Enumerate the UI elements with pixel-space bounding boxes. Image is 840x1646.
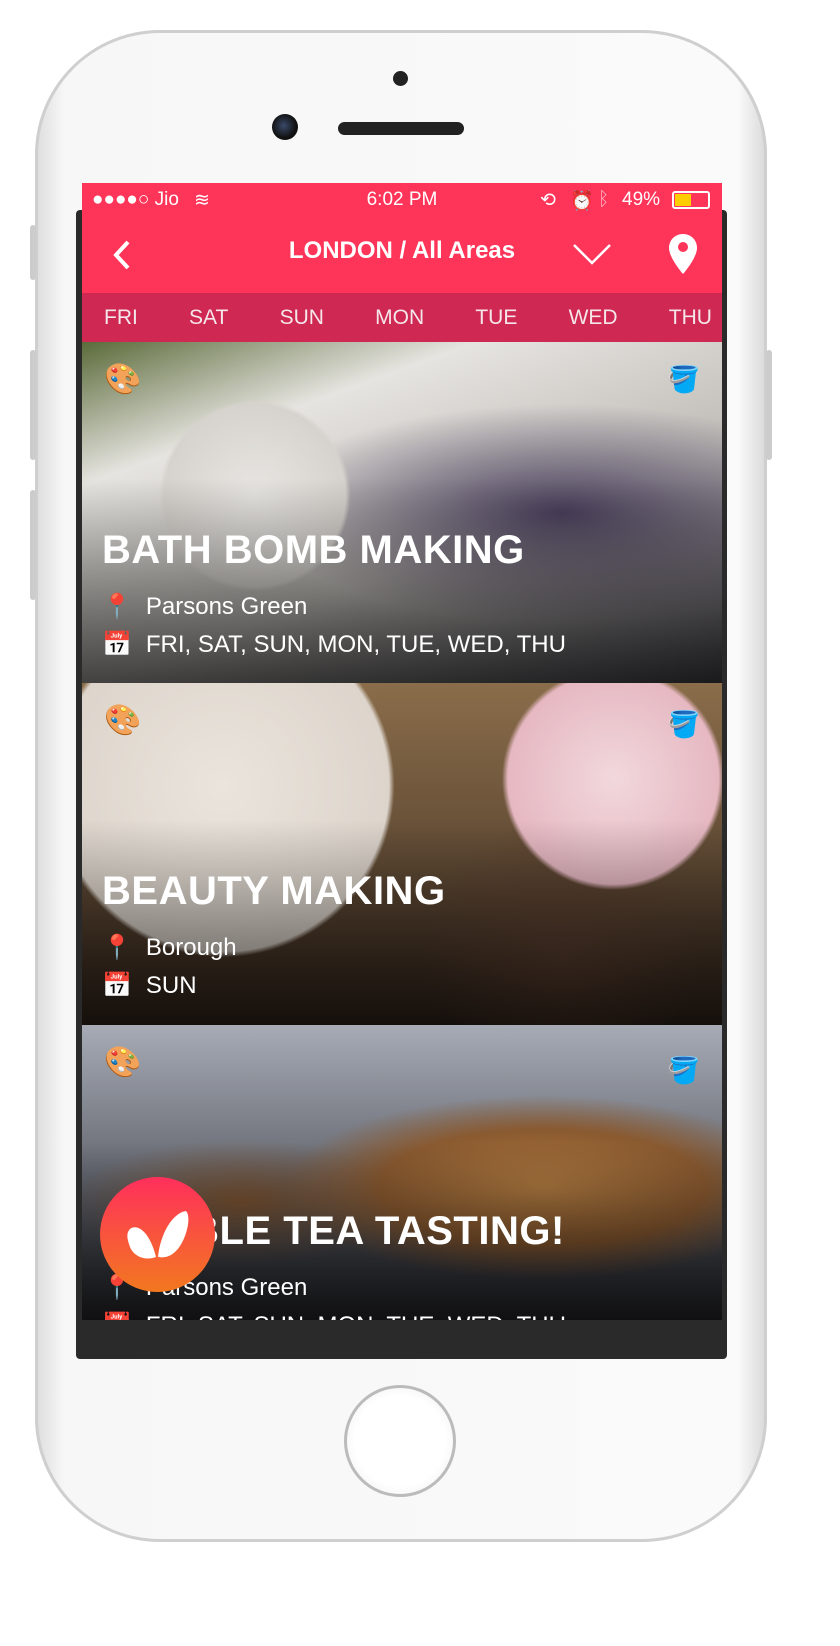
tab-sat[interactable]: SAT <box>189 306 228 330</box>
palette-icon: 🎨 <box>104 1046 142 1079</box>
battery-percent: 49% <box>622 189 661 210</box>
event-card[interactable]: 🎨 🪣 BATH BOMB MAKING 📍 Parsons Green 📅 FRI… <box>82 342 722 683</box>
calendar-icon: 📅 <box>102 1311 132 1320</box>
bucket-icon[interactable]: 🪣 <box>668 709 700 740</box>
volume-down-button <box>30 490 36 600</box>
bucket-icon[interactable]: 🪣 <box>668 364 700 395</box>
battery-icon <box>672 191 710 209</box>
front-camera <box>272 114 298 140</box>
event-card[interactable]: 🎨 🪣 BEAUTY MAKING 📍 Borough 📅 SUN <box>82 683 722 1025</box>
event-days: 📅 SUN <box>102 971 197 1000</box>
volume-up-button <box>30 350 36 460</box>
event-location: 📍 Borough <box>102 933 237 962</box>
location-pin-icon[interactable] <box>668 233 698 275</box>
mute-switch <box>30 225 36 280</box>
app-logo-fab[interactable] <box>100 1177 215 1292</box>
tab-fri[interactable]: FRI <box>104 306 138 330</box>
tab-wed[interactable]: WED <box>569 306 618 330</box>
day-filter-tabs: FRI SAT SUN MON TUE WED THU <box>82 293 722 343</box>
butterfly-logo-icon <box>127 1211 189 1259</box>
alarm-icon: ⏰ <box>570 191 594 212</box>
tab-thu[interactable]: THU <box>669 306 712 330</box>
status-bar: ●●●●○ Jio ≋ 6:02 PM ⟲ ⏰ ᛒ 49% <box>82 183 722 217</box>
location-text: Borough <box>145 933 237 961</box>
location-text: Parsons Green <box>145 592 308 620</box>
tab-mon[interactable]: MON <box>375 306 424 330</box>
earpiece-speaker <box>338 122 464 135</box>
calendar-icon: 📅 <box>102 631 132 658</box>
event-days: 📅 FRI, SAT, SUN, MON, TUE, WED, THU <box>102 1311 566 1321</box>
tab-tue[interactable]: TUE <box>475 306 517 330</box>
rotation-lock-icon: ⟲ <box>540 190 556 211</box>
event-title: BEAUTY MAKING <box>102 869 446 913</box>
event-title: BATH BOMB MAKING <box>102 528 525 572</box>
days-text: FRI, SAT, SUN, MON, TUE, WED, THU <box>145 630 566 658</box>
event-days: 📅 FRI, SAT, SUN, MON, TUE, WED, THU <box>102 630 566 659</box>
city-title[interactable]: LONDON / All Areas <box>82 237 722 265</box>
power-button <box>766 350 772 460</box>
location-pin-icon: 📍 <box>102 593 132 620</box>
palette-icon: 🎨 <box>104 363 142 396</box>
bluetooth-icon: ᛒ <box>598 189 610 210</box>
days-text: SUN <box>145 971 197 999</box>
nav-header: LONDON / All Areas <box>82 215 722 294</box>
tab-sun[interactable]: SUN <box>280 306 324 330</box>
home-button[interactable] <box>344 1385 456 1497</box>
days-text: FRI, SAT, SUN, MON, TUE, WED, THU <box>146 1312 566 1321</box>
event-location: 📍 Parsons Green <box>102 592 307 621</box>
dropdown-chevron-icon[interactable] <box>572 243 612 265</box>
palette-icon: 🎨 <box>104 704 142 737</box>
calendar-icon: 📅 <box>102 972 132 999</box>
proximity-sensor <box>393 71 408 86</box>
bucket-icon[interactable]: 🪣 <box>668 1055 700 1086</box>
location-pin-icon: 📍 <box>102 934 132 961</box>
